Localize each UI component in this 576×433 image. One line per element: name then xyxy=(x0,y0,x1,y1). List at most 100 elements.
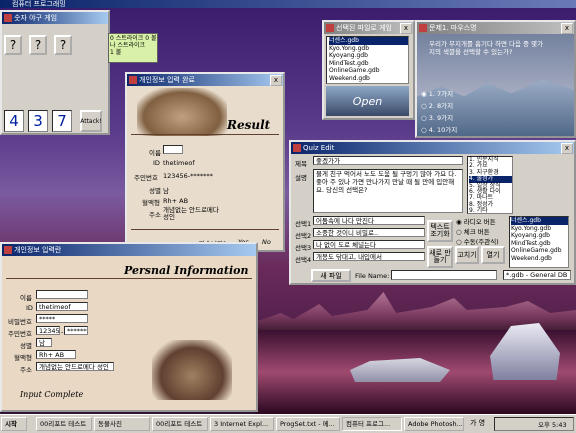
field-label: ID xyxy=(153,159,160,167)
list-item[interactable]: Kyo.Yong.gdb xyxy=(329,45,408,53)
slot-button[interactable]: ? xyxy=(29,35,47,55)
category-list[interactable]: 1. 인문지식 2. 가요 3. 지구환경 4. 물정가 5. 일상 상식 6.… xyxy=(467,156,513,214)
radio-option[interactable]: ○ 수동(주관식) xyxy=(456,236,499,246)
subject-input[interactable]: 좋겠가가 xyxy=(313,156,463,165)
file-type-select[interactable]: *.gdb - General DB xyxy=(503,270,571,280)
app-icon xyxy=(4,14,12,22)
radio-icon: ○ xyxy=(456,228,462,236)
quiz-option[interactable]: ◉ 1. 7가지 xyxy=(421,88,453,98)
taskbar-item[interactable]: ProgSet.txt - 메... xyxy=(276,417,340,431)
ssn-input-2[interactable]: ******* xyxy=(64,326,88,335)
list-item[interactable]: Kyoyang.gdb xyxy=(511,232,568,240)
taskbar-item[interactable]: 동물사진 xyxy=(94,417,150,431)
app-icon xyxy=(326,24,334,32)
memo-box: 0 스트라이크 0 볼 나 스트라이크 1 볼 xyxy=(108,33,158,63)
list-item[interactable]: Kyoyang.gdb xyxy=(329,52,408,60)
choice-input[interactable]: 소중한 것이니 비밀로.. xyxy=(313,228,425,237)
puppies-image xyxy=(152,340,232,400)
id-input[interactable]: thetimeof xyxy=(36,302,88,311)
field-label: 주민번호 xyxy=(8,330,32,338)
digit-display: 3 xyxy=(28,110,48,132)
list-item[interactable]: OnlineGame.gdb xyxy=(329,67,408,75)
close-button[interactable]: x xyxy=(270,75,282,86)
field-label: ID xyxy=(26,304,33,312)
fix-button[interactable]: 고치기 xyxy=(455,246,479,264)
info-titlebar: 개인정보 입력란 xyxy=(2,244,256,256)
quiz-option[interactable]: ○ 3. 9가지 xyxy=(421,112,453,122)
list-item[interactable]: Kyo.Yong.gdb xyxy=(511,225,568,233)
puppy-image xyxy=(137,88,227,136)
divider xyxy=(6,278,252,279)
taskbar-item[interactable]: 00리포트 테스트 xyxy=(36,417,92,431)
close-button[interactable]: x xyxy=(561,23,573,34)
field-label: 이름 xyxy=(20,294,32,302)
file-name-input[interactable] xyxy=(391,270,497,280)
radio-icon: ○ xyxy=(456,238,462,246)
taskbar-item[interactable]: 3 Internet Expl... xyxy=(210,417,274,431)
text-reset-button[interactable]: 텍스트 조기화 xyxy=(427,220,453,242)
name-input[interactable] xyxy=(36,290,88,299)
dash-label: - xyxy=(61,328,64,336)
password-input[interactable]: ***** xyxy=(36,314,88,323)
list-item[interactable]: Weekend.gdb xyxy=(511,255,568,263)
file-name-label: File Name: xyxy=(355,272,390,280)
start-button[interactable]: 시작 xyxy=(1,417,27,431)
quiz-question: 우리가 무지개를 흡기다 하면 다음 중 몇가지의 색깔을 선택할 수 있는가? xyxy=(429,40,544,56)
field-label: 혈액형 xyxy=(142,199,160,207)
quiz-titlebar: 문제1. 마우스명 x xyxy=(417,22,574,34)
taskbar-item[interactable]: 00리포트 테스트 xyxy=(152,417,208,431)
db-list-window: 선택된 파일로 게임 x 너센스.gdb Kyo.Yong.gdb Kyoyang… xyxy=(322,20,415,120)
attack-button[interactable]: Attack! xyxy=(80,110,102,132)
blood-input[interactable]: Rh+ AB xyxy=(36,350,76,359)
digit-display: 7 xyxy=(52,110,72,132)
list-item[interactable]: 너센스.gdb xyxy=(511,217,568,225)
list-item[interactable]: OnlineGame.gdb xyxy=(511,247,568,255)
field-label: 주소 xyxy=(149,211,161,219)
taskbar-item[interactable]: 컴퓨터 프로그... xyxy=(342,417,402,431)
top-title-strip: 컴퓨터 프로그래밍 xyxy=(0,0,576,8)
choice-label: 선택3 xyxy=(295,244,312,252)
digit-display: 4 xyxy=(4,110,24,132)
address-input[interactable]: 개념없는 안드로메다 성인 xyxy=(36,362,114,371)
no-button[interactable]: No xyxy=(262,238,271,246)
field-label: 비밀번호 xyxy=(8,318,32,326)
ime-indicator[interactable]: 가 영 xyxy=(470,418,485,428)
radio-option[interactable]: ○ 체크 버튼 xyxy=(456,226,490,236)
quiz-option[interactable]: ○ 4. 10가지 xyxy=(421,124,457,134)
list-item[interactable]: Weekend.gdb xyxy=(329,75,408,83)
open-button[interactable]: 열기 xyxy=(481,246,505,264)
input-complete-label[interactable]: Input Complete xyxy=(20,390,83,399)
open-banner[interactable]: Open xyxy=(326,86,409,116)
info-heading: Persnal Information xyxy=(124,264,249,277)
slot-button[interactable]: ? xyxy=(54,35,72,55)
slot-button[interactable]: ? xyxy=(4,35,22,55)
desc-textarea[interactable]: 물게 친구 먹어서 노도 도움 될 구멍기 많아 가요 다. 좋아 주 있나 가… xyxy=(313,169,463,213)
app-icon xyxy=(4,246,12,254)
list-item[interactable]: 9. 기타 xyxy=(469,207,512,214)
choice-input[interactable]: 나 없이 도로 체널는다 xyxy=(313,240,425,249)
taskbar-item[interactable]: Adobe Photosh... xyxy=(404,417,464,431)
make-new-button[interactable]: 새로 만들기 xyxy=(427,246,453,268)
close-button[interactable]: x xyxy=(400,23,412,34)
result-window: 개인정보 입력 완료 x Result 이름 ID thetimeof 주민번호 … xyxy=(125,72,285,252)
db-file-list[interactable]: 너센스.gdb Kyo.Yong.gdb Kyoyang.gdb MindTes… xyxy=(326,36,409,84)
field-label: 성별 xyxy=(20,342,32,350)
field-value: Rh+ AB xyxy=(163,197,189,205)
quiz-option[interactable]: ○ 2. 8가지 xyxy=(421,100,453,110)
radio-icon: ◉ xyxy=(456,218,462,226)
gender-input[interactable]: 남 xyxy=(36,338,52,347)
subject-label: 제목 xyxy=(295,160,307,168)
choice-input[interactable]: 어둠속에 나다 만진다 xyxy=(313,216,425,225)
radio-icon: ○ xyxy=(421,102,427,110)
radio-option[interactable]: ◉ 라디오 버튼 xyxy=(456,216,496,226)
new-file-button[interactable]: 새 파일 xyxy=(311,269,351,282)
choice-input[interactable]: 개봉도 닦대고, 내입에서 xyxy=(313,252,425,261)
file-list[interactable]: 너센스.gdb Kyo.Yong.gdb Kyoyang.gdb MindTes… xyxy=(509,216,569,268)
ssn-input-1[interactable]: 123456 xyxy=(36,326,60,335)
clock: 오후 5:43 xyxy=(538,421,567,429)
field-value: 개념없는 안드로메다 성인 xyxy=(163,206,219,221)
list-item[interactable]: MindTest.gdb xyxy=(329,60,408,68)
list-item[interactable]: MindTest.gdb xyxy=(511,240,568,248)
list-item[interactable]: 너센스.gdb xyxy=(329,37,408,45)
close-button[interactable]: x xyxy=(561,143,573,154)
